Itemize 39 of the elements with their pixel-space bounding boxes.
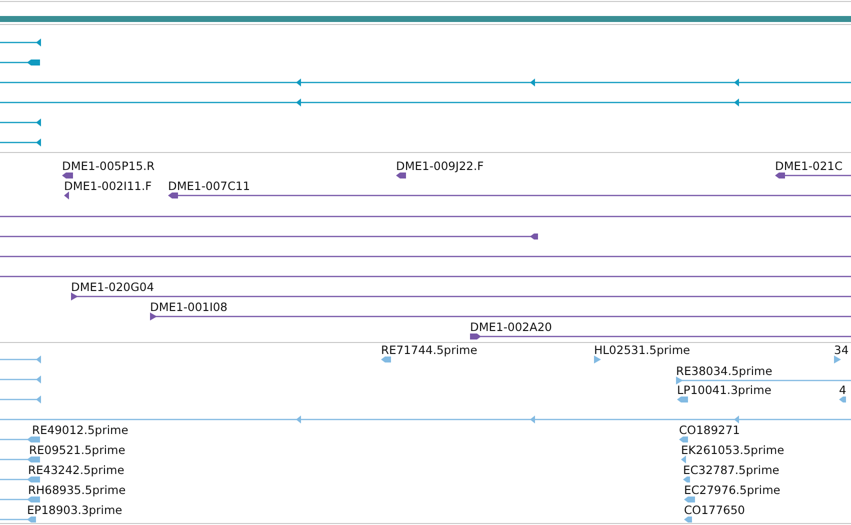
- feature-label: DME1-005P15.R: [62, 159, 155, 173]
- feature-label: EC27976.5prime: [684, 483, 780, 497]
- feature-label: EC32787.5prime: [683, 463, 780, 477]
- feature-glyph[interactable]: [0, 78, 851, 86]
- feature-glyph[interactable]: [62, 172, 73, 178]
- feature-label: RE71744.5prime: [381, 343, 478, 357]
- feature-label: RH68935.5prime: [28, 483, 126, 497]
- feature-label: CO189271: [679, 423, 740, 437]
- feature-label: HL02531.5prime: [594, 343, 690, 357]
- feature-glyph[interactable]: [0, 138, 41, 146]
- feature-label: DME1-002A20: [470, 320, 552, 334]
- feature-label: RE43242.5prime: [28, 463, 124, 477]
- feature-label: EP18903.3prime: [27, 503, 122, 517]
- feature-glyph[interactable]: [64, 192, 69, 200]
- feature-glyph[interactable]: [0, 234, 538, 240]
- feature-label: RE38034.5prime: [676, 364, 772, 378]
- feature-glyph[interactable]: [168, 192, 851, 198]
- feature-glyph[interactable]: [396, 172, 406, 178]
- feature-label: RE09521.5prime: [29, 443, 126, 457]
- feature-label: DME1-020G04: [71, 280, 154, 294]
- feature-label: LP10041.3prime: [677, 383, 772, 397]
- feature-glyph[interactable]: [0, 98, 851, 106]
- feature-glyph[interactable]: [0, 118, 41, 126]
- feature-label: 4: [839, 383, 846, 397]
- feature-glyph[interactable]: [0, 38, 41, 46]
- feature-glyph[interactable]: [71, 292, 851, 300]
- feature-label: DME1-001I08: [150, 300, 228, 314]
- feature-glyph[interactable]: [150, 312, 851, 320]
- feature-label: DME1-007C11: [168, 179, 250, 193]
- feature-label: DME1-009J22.F: [396, 159, 484, 173]
- feature-label: DME1-002I11.F: [64, 179, 152, 193]
- feature-label: 34: [834, 343, 849, 357]
- feature-glyph[interactable]: [470, 334, 851, 340]
- feature-label: RE49012.5prime: [32, 423, 128, 437]
- feature-glyph[interactable]: [775, 172, 851, 178]
- feature-label: EK261053.5prime: [681, 443, 784, 457]
- feature-label: CO177650: [684, 503, 745, 517]
- feature-label: DME1-021C: [775, 159, 842, 173]
- feature-glyph[interactable]: [0, 60, 40, 66]
